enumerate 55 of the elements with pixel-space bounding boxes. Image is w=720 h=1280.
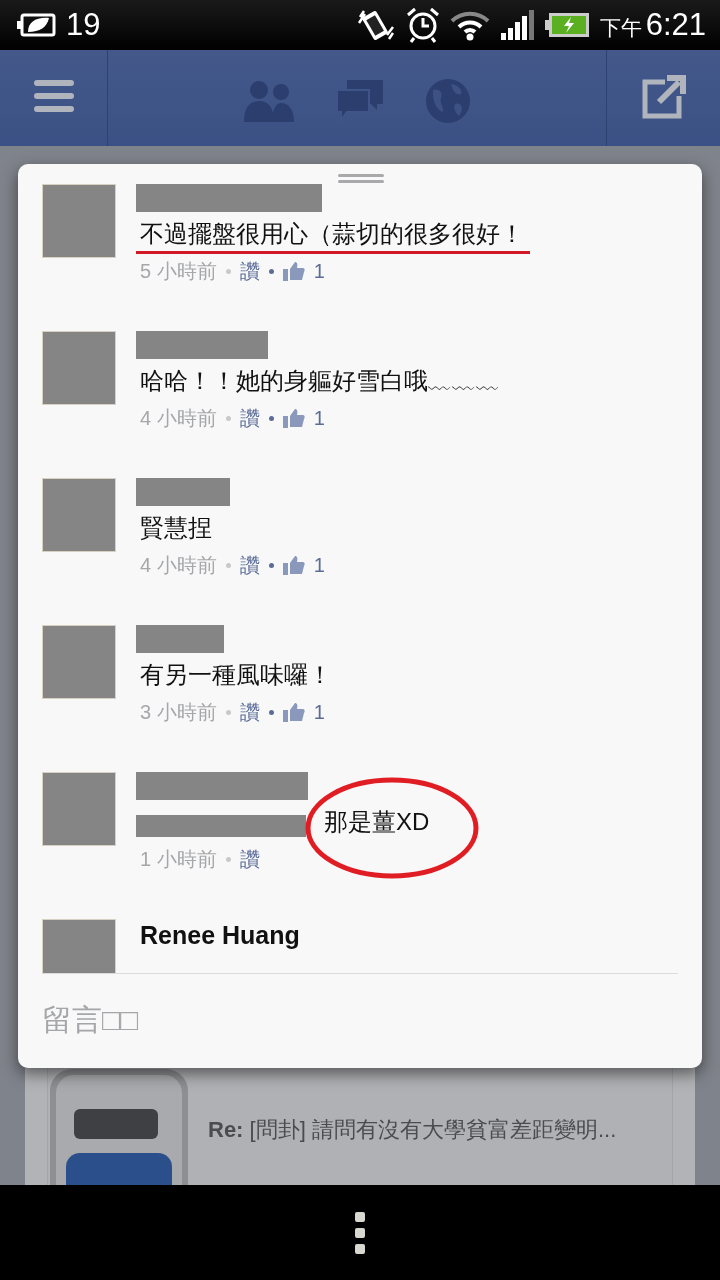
author-name[interactable]: Renee Huang (140, 919, 300, 951)
separator-dot (268, 268, 274, 274)
like-count: 1 (313, 406, 325, 431)
comment-time: 4 小時前 (140, 553, 217, 578)
avatar[interactable] (42, 919, 116, 973)
separator-dot (225, 709, 231, 715)
thumbs-up-icon (282, 408, 305, 428)
overflow-menu-icon[interactable] (354, 1210, 366, 1255)
comment-time: 1 小時前 (140, 847, 217, 872)
like-link[interactable]: 讚 (239, 844, 260, 874)
leaf-notification-icon (16, 12, 56, 38)
like-link[interactable]: 讚 (239, 403, 260, 433)
comment-text: 有另一種風味囉！ (140, 660, 332, 690)
share-icon[interactable] (640, 74, 687, 120)
globe-icon[interactable] (425, 78, 471, 124)
comment-text: 賢慧捏 (140, 513, 212, 543)
separator-dot (225, 268, 231, 274)
comment-time: 3 小時前 (140, 700, 217, 725)
like-count: 1 (313, 700, 325, 725)
friends-icon[interactable] (243, 78, 295, 122)
separator-dot (268, 562, 274, 568)
link-title[interactable]: Re: [問卦] 請問有沒有大學貧富差距變明... (208, 1115, 617, 1185)
like-link[interactable]: 讚 (239, 256, 260, 286)
menu-icon[interactable] (32, 78, 75, 114)
alarm-icon (405, 7, 440, 43)
drag-handle[interactable] (338, 174, 384, 184)
thumbs-up-icon (282, 555, 305, 575)
thumbs-up-icon (282, 702, 305, 722)
avatar[interactable] (42, 184, 116, 258)
separator-dot (225, 415, 231, 421)
comment-text: 哈哈！！她的身軀好雪白哦﹏﹏﹏ (140, 366, 500, 396)
notification-count: 19 (66, 7, 101, 43)
separator-dot (268, 709, 274, 715)
separator-dot (225, 562, 231, 568)
like-count: 1 (313, 259, 325, 284)
separator-dot (225, 856, 231, 862)
like-link[interactable]: 讚 (239, 697, 260, 727)
like-count: 1 (313, 553, 325, 578)
avatar[interactable] (42, 331, 116, 405)
clock-time: 6:21 (645, 7, 706, 43)
comment-text: 不過擺盤很用心（蒜切的很多很好！ (140, 216, 524, 252)
comment-input[interactable]: 留言□□ (42, 1003, 442, 1037)
comment-time: 4 小時前 (140, 406, 217, 431)
wifi-icon (449, 9, 490, 41)
comment-text: 那是薑XD (324, 804, 430, 840)
comment-time: 5 小時前 (140, 259, 217, 284)
like-link[interactable]: 讚 (239, 550, 260, 580)
avatar[interactable] (42, 625, 116, 699)
thumbs-up-icon (282, 261, 305, 281)
separator-dot (268, 415, 274, 421)
battery-charging-icon (543, 11, 590, 39)
avatar[interactable] (42, 478, 116, 552)
avatar[interactable] (42, 772, 116, 846)
clock-period: 下午 (599, 15, 642, 41)
signal-icon (499, 9, 534, 41)
